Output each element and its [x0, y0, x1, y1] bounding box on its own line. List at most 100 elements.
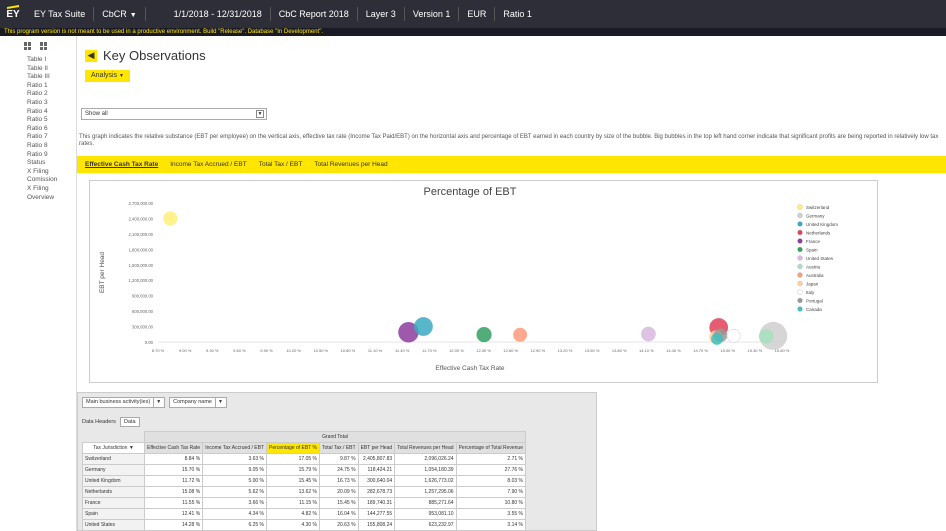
sidebar-item[interactable]: Table III — [27, 73, 76, 82]
sidebar-item[interactable]: Table II — [27, 65, 76, 74]
column-header[interactable]: Percentage of EBT % — [266, 442, 321, 454]
table-cell: 118,424.21 — [357, 464, 396, 476]
analysis-button[interactable]: Analysis ▼ — [85, 70, 130, 82]
column-header[interactable]: EBT per Head — [357, 442, 396, 454]
company-name-filter[interactable]: Company name ▼ — [169, 397, 227, 408]
sidebar-item[interactable]: Ratio 3 — [27, 99, 76, 108]
table-cell: 20.63 % — [319, 519, 359, 531]
layer-label[interactable]: Layer 3 — [358, 7, 405, 21]
grand-total-header: Grand Total — [144, 431, 526, 443]
legend-label: Switzerland — [806, 205, 830, 210]
main-activity-filter[interactable]: Main business activity(ies) ▼ — [82, 397, 166, 408]
ratio-label[interactable]: Ratio 1 — [495, 7, 540, 21]
sidebar-list: Table I Table II Table III Ratio 1 Ratio 2 Ra… — [0, 56, 76, 202]
legend-marker — [797, 306, 803, 312]
show-filter-select[interactable]: Show all ▼ — [81, 108, 267, 120]
sidebar-item[interactable]: Ratio 2 — [27, 90, 76, 99]
bubble-point — [711, 333, 723, 345]
column-header[interactable]: Total Revenues per Head — [394, 442, 457, 454]
x-tick-label: 13.50 % — [585, 348, 600, 353]
table-cell: 6.25 % — [202, 519, 268, 531]
back-arrow-icon[interactable]: ◀ — [85, 49, 97, 62]
period-label[interactable]: 1/1/2018 - 12/31/2018 — [166, 7, 271, 21]
y-tick-label: 600,000.00 — [132, 309, 154, 314]
y-tick-label: 1,800,000.00 — [129, 247, 154, 252]
y-tick-label: 900,000.00 — [132, 294, 154, 299]
row-jurisdiction: France — [82, 497, 145, 509]
table-cell: 24.75 % — [319, 464, 359, 476]
x-tick-label: 14.10 % — [639, 348, 654, 353]
sidebar-item[interactable]: Ratio 4 — [27, 108, 76, 117]
sidebar-item[interactable]: Status — [27, 159, 76, 168]
legend-label: Germany — [806, 213, 825, 218]
y-tick-label: 2,400,000.00 — [129, 216, 154, 221]
table-cell: 15.70 % — [143, 464, 204, 476]
legend-marker — [797, 204, 803, 210]
table-cell: 885,271.64 — [394, 497, 457, 509]
sidebar-item[interactable]: Ratio 1 — [27, 82, 76, 91]
table-cell: 17.05 % — [266, 453, 321, 465]
data-table: Grand Total Tax Jurisdiction ▼ Effective C… — [82, 431, 527, 531]
table-cell: 3.66 % — [202, 497, 268, 509]
grid-view-icon[interactable] — [24, 42, 32, 50]
tax-jurisdiction-filter[interactable]: Tax Jurisdiction ▼ — [82, 442, 145, 454]
x-tick-label: 14.70 % — [693, 348, 708, 353]
legend-marker — [797, 280, 803, 287]
page-title: Key Observations — [103, 48, 206, 63]
table-cell: 15.45 % — [266, 475, 321, 487]
table-cell: 20.09 % — [319, 486, 359, 498]
sidebar-item[interactable]: Ratio 8 — [27, 142, 76, 151]
table-cell: 9.05 % — [202, 464, 268, 476]
table-cell: 13.62 % — [266, 486, 321, 498]
sidebar-item[interactable]: Ratio 6 — [27, 125, 76, 134]
y-tick-label: 2,100,000.00 — [129, 232, 154, 237]
legend-label: Italy — [806, 290, 815, 295]
column-header[interactable]: Percentage of Total Revenue — [455, 442, 527, 454]
chevron-down-icon: ▼ — [119, 73, 124, 79]
column-header[interactable]: Income Tax Accrued / EBT — [202, 442, 268, 454]
sidebar-item[interactable]: X Filing Overview — [27, 185, 76, 202]
table-cell: 16.73 % — [319, 475, 359, 487]
x-tick-label: 12.00 % — [449, 348, 464, 353]
table-cell: 8.84 % — [143, 453, 204, 465]
module-selector[interactable]: CbCR ▼ — [94, 7, 146, 21]
table-cell: 11.15 % — [266, 497, 321, 509]
app-name[interactable]: EY Tax Suite — [26, 7, 95, 21]
legend-label: Netherlands — [806, 230, 831, 235]
row-jurisdiction: Switzerland — [82, 453, 145, 465]
data-button[interactable]: Data — [119, 417, 140, 427]
sidebar-item[interactable]: Ratio 5 — [27, 116, 76, 125]
table-cell: 14.28 % — [143, 519, 204, 531]
chart-tab[interactable]: Total Tax / EBT — [253, 161, 309, 168]
column-header[interactable]: Effective Cash Tax Rate — [143, 442, 204, 454]
currency-label[interactable]: EUR — [459, 7, 496, 21]
table-cell: 7.90 % — [455, 486, 527, 498]
y-tick-label: 1,500,000.00 — [129, 263, 154, 268]
column-header[interactable]: Total Tax / EBT — [319, 442, 359, 454]
chart-tab[interactable]: Income Tax Accrued / EBT — [164, 161, 252, 168]
sidebar-item[interactable]: X Filing Comission — [27, 168, 76, 185]
table-cell: 27.76 % — [455, 464, 527, 476]
table-row: United Kingdom 11.72 % 5.00 % 15.45 % 16.73 … — [82, 475, 527, 487]
bubble-point — [758, 329, 774, 344]
legend-marker — [797, 255, 803, 261]
y-tick-label: 300,000.00 — [132, 325, 154, 330]
x-tick-label: 12.60 % — [503, 348, 518, 353]
top-bar: EY EY Tax Suite CbCR ▼ 1/1/2018 - 12/31/2… — [0, 0, 946, 28]
ey-logo[interactable]: EY — [0, 0, 26, 28]
sidebar-item[interactable]: Table I — [27, 56, 76, 65]
row-jurisdiction: United Kingdom — [82, 475, 145, 487]
table-cell: 4.34 % — [202, 508, 268, 520]
chart-tab[interactable]: Effective Cash Tax Rate — [79, 161, 164, 168]
table-cell: 5.00 % — [202, 475, 268, 487]
tile-view-icon[interactable] — [40, 42, 48, 50]
chevron-down-icon: ▼ — [256, 110, 264, 118]
sidebar-item[interactable]: Ratio 7 — [27, 133, 76, 142]
report-label[interactable]: CbC Report 2018 — [271, 7, 358, 21]
row-jurisdiction: Spain — [82, 508, 145, 520]
chart-tab[interactable]: Total Revenues per Head — [308, 161, 393, 168]
table-cell: 10.80 % — [455, 497, 527, 509]
sidebar-item[interactable]: Ratio 9 — [27, 151, 76, 160]
version-label[interactable]: Version 1 — [405, 7, 460, 21]
legend-marker — [797, 263, 803, 270]
